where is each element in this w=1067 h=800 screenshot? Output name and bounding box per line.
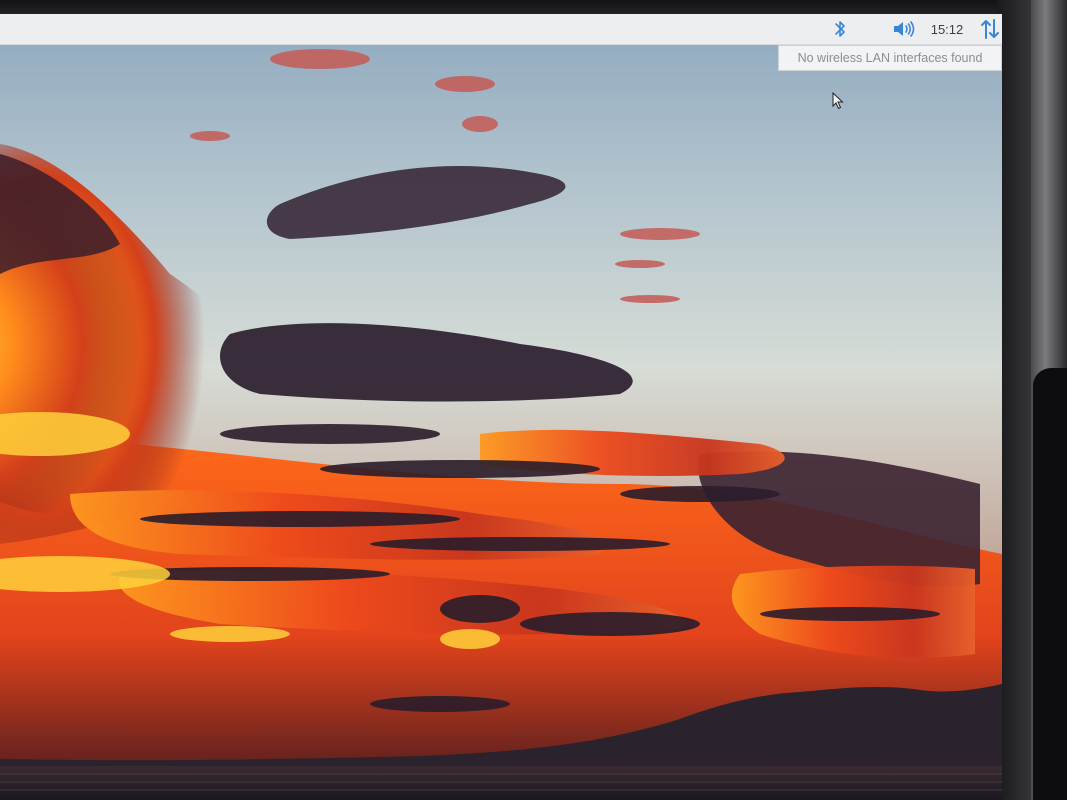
bluetooth-tray-button[interactable] bbox=[828, 14, 852, 44]
monitor-bezel-top bbox=[0, 0, 1067, 14]
mouse-cursor-icon bbox=[832, 92, 844, 110]
desktop-screen: 15:12 No wireless LAN interfaces found bbox=[0, 14, 1002, 800]
taskbar: 15:12 bbox=[0, 14, 1002, 45]
speaker-volume-icon bbox=[894, 21, 915, 37]
network-tray-button[interactable] bbox=[976, 14, 1002, 44]
bluetooth-icon bbox=[835, 21, 845, 37]
volume-tray-button[interactable] bbox=[890, 14, 918, 44]
clock-label: 15:12 bbox=[930, 21, 964, 37]
network-tooltip: No wireless LAN interfaces found bbox=[778, 45, 1002, 71]
clock-tray-button[interactable]: 15:12 bbox=[926, 14, 968, 44]
desktop-wallpaper bbox=[0, 14, 1002, 800]
network-updown-arrows-icon bbox=[981, 19, 999, 39]
second-monitor bbox=[1033, 368, 1067, 800]
tooltip-text: No wireless LAN interfaces found bbox=[797, 51, 983, 65]
